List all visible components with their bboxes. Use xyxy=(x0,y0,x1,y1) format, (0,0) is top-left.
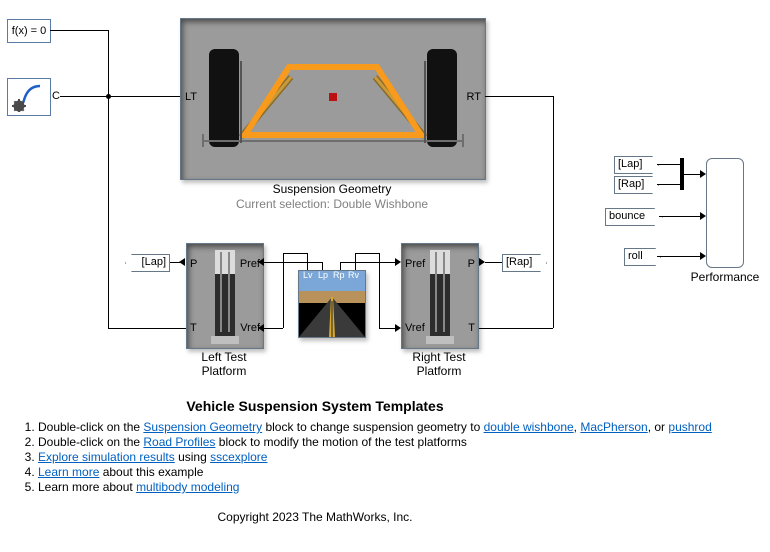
suspension-geometry-subcaption: Current selection: Double Wishbone xyxy=(182,197,482,211)
tag-text: [Lap] xyxy=(618,158,642,170)
arrow xyxy=(258,258,264,266)
wire xyxy=(657,164,680,165)
wire xyxy=(485,262,502,263)
wire xyxy=(657,256,704,257)
instruction-4: Learn more about this example xyxy=(38,465,770,479)
link-macpherson[interactable]: MacPherson xyxy=(580,420,647,434)
road-port-rv: Rv xyxy=(348,270,359,280)
wire xyxy=(657,184,680,185)
right-test-platform-block[interactable]: P T Pref Vref xyxy=(401,243,479,349)
instruction-5: Learn more about multibody modeling xyxy=(38,480,770,494)
tag-text: bounce xyxy=(609,210,645,222)
wire xyxy=(485,96,553,97)
tag-text: [Rap] xyxy=(506,256,532,268)
road-image-icon xyxy=(299,271,365,337)
instructions-list: Double-click on the Suspension Geometry … xyxy=(10,420,770,495)
wire xyxy=(283,253,307,254)
wire xyxy=(553,96,554,328)
link-multibody-modeling[interactable]: multibody modeling xyxy=(136,480,239,494)
arrow xyxy=(395,324,401,332)
wire xyxy=(340,262,341,270)
link-explore-results[interactable]: Explore simulation results xyxy=(38,450,175,464)
wire xyxy=(50,30,108,31)
arrow xyxy=(258,324,264,332)
solver-fx-label: f(x) = 0 xyxy=(12,25,47,37)
wire xyxy=(340,262,399,263)
wire xyxy=(355,253,379,254)
platform-piston-icon xyxy=(402,244,478,348)
performance-caption: Performance xyxy=(686,270,764,284)
left-test-platform-caption: Left Test Platform xyxy=(186,350,262,378)
from-tag-roll[interactable]: roll xyxy=(624,248,661,266)
solver-port-c-label: C xyxy=(52,90,60,102)
wire xyxy=(322,262,323,270)
link-road-profiles[interactable]: Road Profiles xyxy=(143,435,215,449)
right-test-platform-caption: Right Test Platform xyxy=(401,350,477,378)
wire xyxy=(283,253,284,328)
link-learn-more-example[interactable]: Learn more xyxy=(38,465,99,479)
solver-config-block-fx[interactable]: f(x) = 0 xyxy=(7,19,51,43)
road-port-lv: Lv xyxy=(303,270,313,280)
road-port-lp: Lp xyxy=(318,270,328,280)
wire xyxy=(355,253,356,270)
from-tag-bounce[interactable]: bounce xyxy=(605,208,663,226)
solver-gear-icon xyxy=(10,82,48,112)
tag-text: roll xyxy=(628,250,643,262)
performance-scope-block[interactable] xyxy=(706,158,744,268)
simulink-canvas: f(x) = 0 C LT RT xyxy=(0,0,770,552)
from-tag-rap[interactable]: [Rap] xyxy=(614,176,659,194)
link-pushrod[interactable]: pushrod xyxy=(668,420,711,434)
goto-tag-rap[interactable]: [Rap] xyxy=(502,254,547,272)
wire xyxy=(108,30,109,96)
instruction-2: Double-click on the Road Profiles block … xyxy=(38,435,770,449)
suspension-geometry-icon xyxy=(181,19,485,179)
instruction-3: Explore simulation results using sscexpl… xyxy=(38,450,770,464)
link-suspension-geometry[interactable]: Suspension Geometry xyxy=(143,420,262,434)
road-profiles-block[interactable]: Lv Lp Rp Rv xyxy=(298,270,366,338)
road-port-rp: Rp xyxy=(333,270,345,280)
example-title: Vehicle Suspension System Templates xyxy=(0,398,700,414)
link-double-wishbone[interactable]: double wishbone xyxy=(484,420,574,434)
left-test-platform-block[interactable]: P T Pref Vref xyxy=(186,243,264,349)
wire xyxy=(379,253,380,328)
link-sscexplore[interactable]: sscexplore xyxy=(210,450,267,464)
solver-config-block[interactable] xyxy=(7,78,51,116)
suspension-geometry-caption: Suspension Geometry xyxy=(180,182,484,196)
wire xyxy=(263,328,283,329)
wire xyxy=(478,328,553,329)
wire xyxy=(263,262,322,263)
goto-tag-lap[interactable]: [Lap] xyxy=(125,254,170,272)
platform-piston-icon xyxy=(187,244,263,348)
suspension-geometry-block[interactable]: LT RT xyxy=(180,18,486,180)
arrow xyxy=(395,258,401,266)
tag-text: [Lap] xyxy=(142,256,166,268)
copyright-text: Copyright 2023 The MathWorks, Inc. xyxy=(0,510,700,524)
wire xyxy=(108,328,186,329)
wire xyxy=(659,216,704,217)
from-tag-lap[interactable]: [Lap] xyxy=(614,156,659,174)
wire xyxy=(108,96,109,328)
wire xyxy=(60,96,180,97)
instruction-1: Double-click on the Suspension Geometry … xyxy=(38,420,770,434)
tag-text: [Rap] xyxy=(618,178,644,190)
